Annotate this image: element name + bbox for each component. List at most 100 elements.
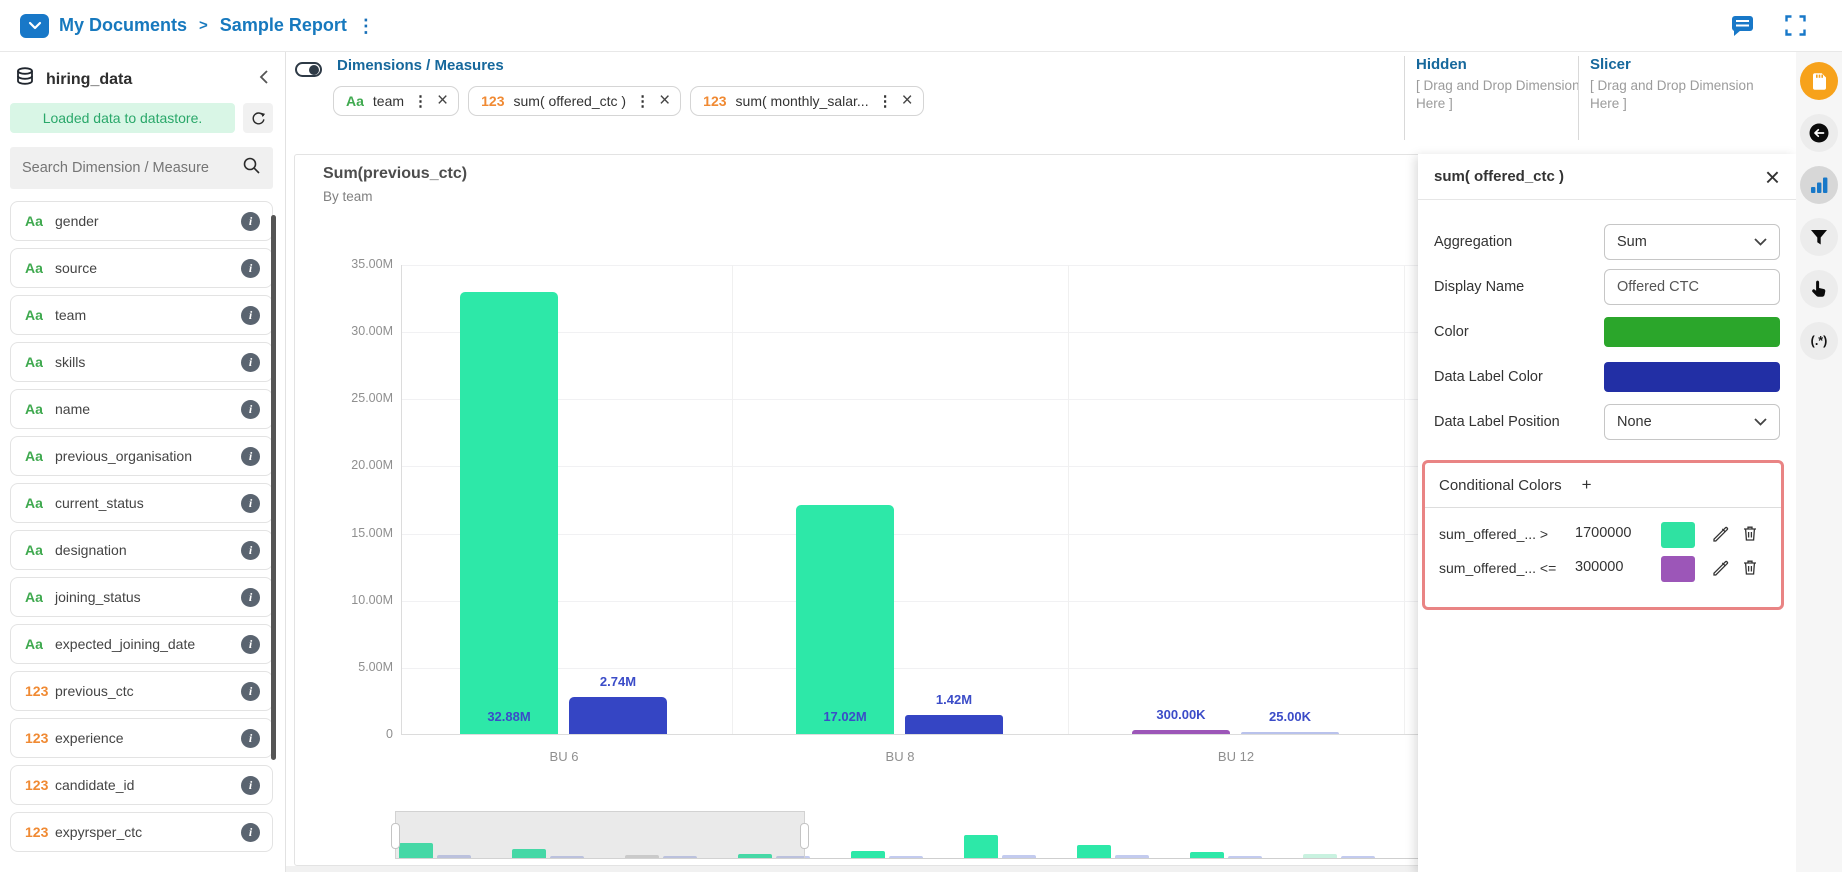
pill-remove-icon[interactable]: × xyxy=(902,91,913,110)
field-card-skills[interactable]: Aaskillsi xyxy=(10,342,273,382)
field-card-source[interactable]: Aasourcei xyxy=(10,248,273,288)
report-menu-icon[interactable]: ⋮ xyxy=(357,17,375,35)
aggregation-label: Aggregation xyxy=(1434,234,1604,250)
y-axis-tick: 0 xyxy=(303,727,393,741)
field-label: team xyxy=(55,307,241,323)
rule-color-swatch[interactable] xyxy=(1661,556,1695,582)
navigator-left-handle[interactable] xyxy=(391,823,400,849)
comment-icon[interactable] xyxy=(1730,14,1755,38)
bar-BU6-s0[interactable] xyxy=(460,292,558,734)
data-label-position-label: Data Label Position xyxy=(1434,414,1604,430)
field-card-previous_ctc[interactable]: 123previous_ctci xyxy=(10,671,273,711)
info-icon[interactable]: i xyxy=(241,259,260,278)
field-card-team[interactable]: Aateami xyxy=(10,295,273,335)
back-icon[interactable] xyxy=(1800,114,1838,152)
field-card-expected_joining_date[interactable]: Aaexpected_joining_datei xyxy=(10,624,273,664)
bar-BU8-s0[interactable] xyxy=(796,505,894,734)
field-card-expyrsper_ctc[interactable]: 123expyrsper_ctci xyxy=(10,812,273,852)
chart-tool-icon[interactable] xyxy=(1800,166,1838,204)
regex-tool-icon[interactable]: (.*) xyxy=(1800,322,1838,360)
pointer-tool-icon[interactable] xyxy=(1800,270,1838,308)
slicer-dropzone[interactable]: Slicer [ Drag and Drop Dimension Here ] xyxy=(1590,56,1770,113)
navigator-bar-blue xyxy=(1115,855,1149,858)
refresh-datastore-button[interactable] xyxy=(243,103,273,133)
field-card-joining_status[interactable]: Aajoining_statusi xyxy=(10,577,273,617)
top-bar: My Documents > Sample Report ⋮ xyxy=(0,0,1842,52)
field-card-experience[interactable]: 123experiencei xyxy=(10,718,273,758)
info-icon[interactable]: i xyxy=(241,400,260,419)
edit-rule-icon[interactable] xyxy=(1711,558,1729,581)
collapse-sidebar-icon[interactable] xyxy=(257,68,271,91)
info-icon[interactable]: i xyxy=(241,588,260,607)
bar-BU12-s1[interactable] xyxy=(1241,732,1339,734)
pill-remove-icon[interactable]: × xyxy=(437,91,448,110)
dimensions-toggle[interactable] xyxy=(295,62,322,77)
pill-label: team xyxy=(373,93,404,109)
bar-BU12-s0[interactable] xyxy=(1132,730,1230,734)
pill-remove-icon[interactable]: × xyxy=(659,91,670,110)
save-datastore-icon[interactable] xyxy=(1800,62,1838,100)
text-type-icon: Aa xyxy=(25,260,55,276)
delete-rule-icon[interactable] xyxy=(1741,558,1759,581)
pill-menu-icon[interactable]: ⋮ xyxy=(878,94,893,109)
info-icon[interactable]: i xyxy=(241,823,260,842)
aggregation-select[interactable]: Sum xyxy=(1604,224,1780,260)
rule-color-swatch[interactable] xyxy=(1661,522,1695,548)
delete-rule-icon[interactable] xyxy=(1741,524,1759,547)
y-axis-tick: 15.00M xyxy=(303,526,393,540)
pill-sum-offered-ctc-[interactable]: 123sum( offered_ctc )⋮× xyxy=(468,86,681,116)
bar-BU8-s1[interactable] xyxy=(905,715,1003,734)
breadcrumb-parent[interactable]: My Documents xyxy=(59,15,187,36)
data-label-position-select[interactable]: None xyxy=(1604,404,1780,440)
info-icon[interactable]: i xyxy=(241,729,260,748)
field-card-current_status[interactable]: Aacurrent_statusi xyxy=(10,483,273,523)
bar-BU6-s1[interactable] xyxy=(569,697,667,734)
add-conditional-color-button[interactable]: + xyxy=(1582,475,1592,495)
field-label: previous_ctc xyxy=(55,683,241,699)
pill-team[interactable]: Aateam⋮× xyxy=(333,86,459,116)
filter-tool-icon[interactable] xyxy=(1800,218,1838,256)
folder-icon[interactable] xyxy=(20,14,49,38)
field-card-name[interactable]: Aanamei xyxy=(10,389,273,429)
info-icon[interactable]: i xyxy=(241,635,260,654)
color-swatch[interactable] xyxy=(1604,317,1780,347)
close-icon[interactable]: × xyxy=(1765,164,1780,190)
number-type-icon: 123 xyxy=(481,93,504,109)
divider xyxy=(1425,507,1781,508)
display-name-input[interactable] xyxy=(1604,269,1780,305)
hidden-dropzone[interactable]: Hidden [ Drag and Drop Dimension Here ] xyxy=(1416,56,1582,113)
fullscreen-icon[interactable] xyxy=(1785,15,1806,36)
info-icon[interactable]: i xyxy=(241,682,260,701)
info-icon[interactable]: i xyxy=(241,447,260,466)
rule-expression: sum_offered_... <= xyxy=(1439,560,1556,576)
navigator-bar-blue xyxy=(889,856,923,858)
number-type-icon: 123 xyxy=(25,683,55,699)
y-axis-tick: 5.00M xyxy=(303,660,393,674)
field-card-designation[interactable]: Aadesignationi xyxy=(10,530,273,570)
data-label-color-swatch[interactable] xyxy=(1604,362,1780,392)
info-icon[interactable]: i xyxy=(241,353,260,372)
text-type-icon: Aa xyxy=(25,495,55,511)
navigator-bar-blue xyxy=(1002,855,1036,858)
info-icon[interactable]: i xyxy=(241,776,260,795)
field-card-gender[interactable]: Aagenderi xyxy=(10,201,273,241)
field-card-candidate_id[interactable]: 123candidate_idi xyxy=(10,765,273,805)
gridline xyxy=(732,265,733,734)
edit-rule-icon[interactable] xyxy=(1711,524,1729,547)
pill-sum-monthly-salar-[interactable]: 123sum( monthly_salar...⋮× xyxy=(690,86,924,116)
breadcrumb-current[interactable]: Sample Report xyxy=(220,15,347,36)
info-icon[interactable]: i xyxy=(241,494,260,513)
info-icon[interactable]: i xyxy=(241,212,260,231)
info-icon[interactable]: i xyxy=(241,306,260,325)
sidebar-scrollbar[interactable] xyxy=(271,215,276,760)
search-icon[interactable] xyxy=(242,156,261,180)
pill-menu-icon[interactable]: ⋮ xyxy=(413,94,428,109)
field-card-previous_organisation[interactable]: Aaprevious_organisationi xyxy=(10,436,273,476)
search-input[interactable] xyxy=(22,160,242,176)
data-label-color-label: Data Label Color xyxy=(1434,369,1604,385)
navigator-selection[interactable] xyxy=(395,811,805,859)
number-type-icon: 123 xyxy=(703,93,726,109)
info-icon[interactable]: i xyxy=(241,541,260,560)
navigator-right-handle[interactable] xyxy=(800,823,809,849)
pill-menu-icon[interactable]: ⋮ xyxy=(635,94,650,109)
